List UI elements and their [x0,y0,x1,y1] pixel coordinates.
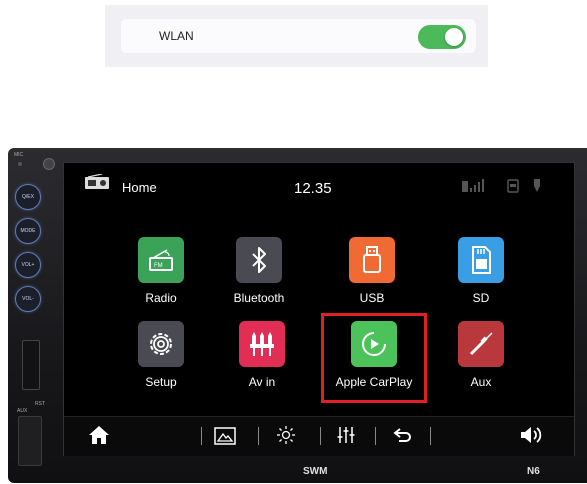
app-label: Aux [470,375,492,389]
wlan-row[interactable]: WLAN [121,19,476,53]
wlan-settings-panel: WLAN [105,5,488,67]
touch-screen: Home 12.35 FM Radio Bluetooth USB SD Set… [63,162,575,456]
app-setup[interactable]: Setup [113,321,209,399]
app-label: Av in [248,375,276,389]
separator [375,427,376,445]
equalizer-icon[interactable] [336,425,356,450]
app-usb[interactable]: USB [324,237,420,315]
separator [258,427,259,445]
wlan-label: WLAN [159,29,194,43]
rst-label: RST [35,401,45,407]
wlan-toggle[interactable] [418,25,466,49]
app-label: SD [472,291,490,305]
sd-card-icon [458,237,504,283]
app-label: Bluetooth [233,291,285,305]
separator [430,427,431,445]
brand-label: SWM [303,466,328,477]
gear-icon [138,321,184,367]
page-title: Home [122,180,157,195]
toggle-knob [445,28,463,46]
bottom-nav-bar [64,416,574,456]
aux-port[interactable] [18,416,42,466]
separator [320,427,321,445]
qex-button[interactable]: Q/EX [15,184,41,210]
status-icons [462,178,552,199]
av-in-icon [239,321,285,367]
separator [201,427,202,445]
status-bar: Home 12.35 [64,163,574,201]
usb-icon [349,237,395,283]
back-icon[interactable] [393,425,413,450]
app-sd[interactable]: SD [433,237,529,315]
svg-text:FM: FM [154,263,163,269]
carplay-highlight-box [321,313,427,403]
mic-label: MIC [14,152,24,158]
app-av-in[interactable]: Av in [214,321,310,399]
radio-icon [84,173,110,195]
home-icon[interactable] [88,425,110,450]
app-radio[interactable]: FM Radio [113,237,209,315]
model-label: N6 [527,466,540,477]
bluetooth-icon [236,237,282,283]
brightness-icon[interactable] [276,425,296,450]
side-control-panel: MIC Q/EX MODE VOL+ VOL- RST AUX [8,148,60,483]
mode-button[interactable]: MODE [15,218,41,244]
app-label: USB [359,291,385,305]
aux-label: AUX [17,408,28,414]
microphone-hole [18,162,22,166]
volume-icon[interactable] [519,425,545,450]
car-head-unit: MIC Q/EX MODE VOL+ VOL- RST AUX Home 12.… [8,148,587,483]
picture-icon[interactable] [214,427,236,450]
volume-up-button[interactable]: VOL+ [15,252,41,278]
volume-down-button[interactable]: VOL- [15,286,41,312]
app-aux[interactable]: Aux [433,321,529,399]
radio-icon: FM [138,237,184,283]
aux-cable-icon [458,321,504,367]
clock: 12.35 [294,180,332,197]
reset-knob[interactable] [43,158,55,170]
sd-card-slot[interactable] [22,340,40,390]
app-label: Setup [145,375,177,389]
app-bluetooth[interactable]: Bluetooth [211,237,307,315]
